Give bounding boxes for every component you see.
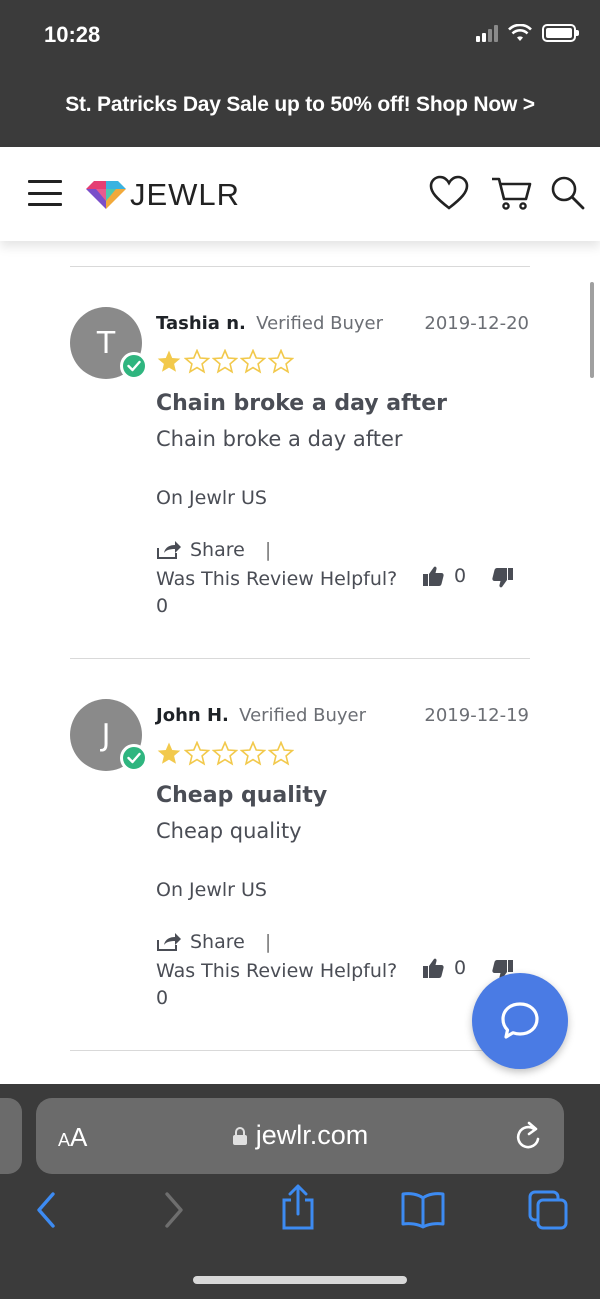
thumbs-down-button[interactable]: [490, 567, 514, 593]
browser-nav: [0, 1184, 600, 1240]
site-header: JEWLR: [0, 147, 600, 241]
review-body: Chain broke a day after: [156, 427, 403, 451]
review-date: 2019-12-19: [424, 705, 529, 726]
verified-check-icon: [120, 352, 148, 380]
star-empty-icon: [184, 349, 210, 374]
star-empty-icon: [268, 349, 294, 374]
review-source: On Jewlr US: [156, 487, 267, 509]
star-filled-icon: [157, 742, 181, 764]
share-icon: [157, 541, 181, 559]
wifi-icon: [508, 24, 532, 41]
review-card: T Tashia n. Verified Buyer 2019-12-20 Ch…: [0, 307, 600, 637]
review-divider: [70, 266, 530, 267]
separator: |: [264, 539, 272, 561]
jewlr-logo[interactable]: JEWLR: [86, 177, 240, 213]
logo-text: JEWLR: [130, 177, 241, 212]
back-button[interactable]: [34, 1190, 58, 1234]
up-vote-count: 0: [454, 565, 467, 587]
share-sheet-icon: [282, 1184, 314, 1230]
review-body: Cheap quality: [156, 819, 302, 843]
top-dark-area: 10:28 St. Patricks Day Sale up to 50% of…: [0, 0, 600, 147]
reviewer-line: Tashia n. Verified Buyer: [156, 313, 383, 334]
search-icon[interactable]: [550, 175, 586, 211]
verified-buyer-label: Verified Buyer: [239, 705, 366, 726]
status-icons: [476, 24, 579, 42]
review-divider: [70, 1050, 530, 1051]
verified-buyer-label: Verified Buyer: [256, 313, 383, 334]
review-title: Cheap quality: [156, 783, 328, 808]
cart-icon[interactable]: [490, 175, 532, 211]
star-rating: [156, 741, 294, 766]
status-time: 10:28: [44, 22, 101, 47]
chat-bubble-icon: [501, 1002, 539, 1039]
previous-tab-pill[interactable]: [0, 1098, 22, 1174]
thumbs-up-icon: [423, 958, 444, 978]
thumbs-up-button[interactable]: 0: [422, 565, 466, 587]
reviewer-name: Tashia n.: [156, 313, 246, 334]
review-date: 2019-12-20: [424, 313, 529, 334]
share-button[interactable]: Share |: [156, 931, 271, 953]
reload-icon[interactable]: [514, 1120, 544, 1152]
separator: |: [264, 931, 272, 953]
share-icon: [157, 933, 181, 951]
url-display[interactable]: jewlr.com: [36, 1120, 564, 1151]
review-source: On Jewlr US: [156, 879, 267, 901]
star-empty-icon: [240, 349, 266, 374]
gem-logo-icon: [86, 181, 126, 209]
share-label: Share: [190, 931, 245, 953]
home-indicator: [193, 1276, 407, 1284]
battery-icon: [542, 24, 579, 42]
thumbs-down-icon: [492, 568, 513, 588]
star-filled-icon: [157, 350, 181, 372]
back-arrow-icon: [37, 1192, 55, 1228]
up-vote-count: 0: [454, 957, 467, 979]
tabs-icon: [528, 1190, 568, 1230]
share-button[interactable]: Share |: [156, 539, 271, 561]
thumbs-up-button[interactable]: 0: [422, 957, 466, 979]
star-empty-icon: [184, 741, 210, 766]
down-vote-count: 0: [156, 595, 169, 617]
helpful-label: Was This Review Helpful?: [156, 568, 398, 590]
reviewer-name: John H.: [156, 705, 229, 726]
lock-icon: [232, 1126, 247, 1145]
promo-banner[interactable]: St. Patricks Day Sale up to 50% off! Sho…: [0, 93, 600, 117]
bookmarks-book-icon: [401, 1192, 445, 1229]
star-empty-icon: [268, 741, 294, 766]
forward-button[interactable]: [162, 1190, 186, 1234]
star-empty-icon: [240, 741, 266, 766]
menu-icon[interactable]: [28, 180, 62, 206]
verified-check-icon: [120, 744, 148, 772]
review-divider: [70, 658, 530, 659]
heart-icon[interactable]: [428, 175, 470, 211]
review-title: Chain broke a day after: [156, 391, 447, 416]
bookmarks-button[interactable]: [400, 1190, 446, 1234]
chat-button[interactable]: [472, 973, 568, 1069]
tabs-button[interactable]: [528, 1190, 570, 1234]
share-page-button[interactable]: [280, 1184, 316, 1234]
star-rating: [156, 349, 294, 374]
thumbs-up-icon: [423, 566, 444, 586]
share-label: Share: [190, 539, 245, 561]
url-text: jewlr.com: [255, 1120, 369, 1150]
down-vote-count: 0: [156, 987, 169, 1009]
browser-toolbar: AA jewlr.com: [0, 1084, 600, 1299]
star-empty-icon: [212, 349, 238, 374]
address-bar[interactable]: AA jewlr.com: [36, 1098, 564, 1174]
reviewer-line: John H. Verified Buyer: [156, 705, 366, 726]
helpful-label: Was This Review Helpful?: [156, 960, 398, 982]
star-empty-icon: [212, 741, 238, 766]
forward-arrow-icon: [165, 1192, 183, 1228]
cellular-signal-icon: [476, 24, 498, 42]
